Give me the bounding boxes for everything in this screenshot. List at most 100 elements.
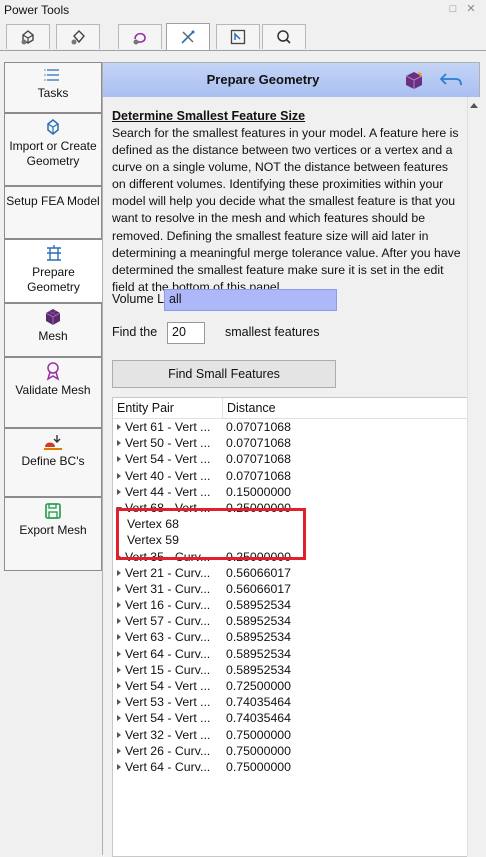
expand-arrow-icon[interactable] <box>117 666 121 673</box>
back-arrow-icon[interactable] <box>438 69 464 91</box>
sidebar-item-validate-mesh[interactable]: Validate Mesh <box>4 357 102 428</box>
fea-tools-icon <box>133 32 146 45</box>
small-features-tree[interactable]: Entity Pair Distance Vert 61 - Vert ... 0… <box>112 397 467 857</box>
expand-arrow-icon[interactable] <box>117 424 121 430</box>
geometry-tools-icon <box>71 30 85 45</box>
expand-arrow-icon[interactable] <box>117 715 121 722</box>
feature-count-input[interactable]: 20 <box>167 322 205 344</box>
distance: 0.56066017 <box>226 581 291 596</box>
table-row[interactable]: Vert 31 - Curv... 0.56066017 <box>113 581 467 597</box>
table-row[interactable]: Vert 16 - Curv... 0.58952534 <box>113 597 467 613</box>
expand-arrow-icon[interactable] <box>117 472 121 479</box>
sidebar-item-label: Export Mesh <box>19 523 87 537</box>
entity-pair: Vert 57 - Curv... <box>125 614 211 629</box>
column-distance[interactable]: Distance <box>227 401 276 415</box>
expand-arrow-icon[interactable] <box>117 731 121 738</box>
column-entity-pair[interactable]: Entity Pair <box>117 401 174 415</box>
table-row[interactable]: Vert 50 - Vert ... 0.07071068 <box>113 435 467 451</box>
entity-pair: Vert 50 - Vert ... <box>125 436 211 451</box>
expand-arrow-icon[interactable] <box>117 440 121 447</box>
tab-layout[interactable] <box>216 24 260 49</box>
sidebar-item-mesh[interactable]: Mesh <box>4 303 102 357</box>
table-row[interactable]: Vert 21 - Curv... 0.56066017 <box>113 565 467 581</box>
distance: 0.07071068 <box>226 436 291 451</box>
distance: 0.58952534 <box>226 598 291 613</box>
distance: 0.07071068 <box>226 452 291 467</box>
restore-icon[interactable]: □ <box>446 2 460 16</box>
sidebar-item-tasks[interactable]: Tasks <box>4 62 102 113</box>
table-row[interactable]: Vert 64 - Curv... 0.75000000 <box>113 759 467 775</box>
expand-arrow-icon[interactable] <box>117 618 121 625</box>
sidebar-item-label: Prepare Geometry <box>27 265 80 294</box>
tab-fea-tools[interactable] <box>118 24 162 49</box>
distance: 0.58952534 <box>226 646 291 661</box>
scroll-up-arrow-icon[interactable] <box>470 103 478 108</box>
expand-arrow-icon[interactable] <box>117 699 121 706</box>
sidebar-item-define-bcs[interactable]: Define BC's <box>4 428 102 497</box>
close-icon[interactable]: ✕ <box>464 2 478 16</box>
tab-search[interactable] <box>262 24 306 49</box>
section-description: Search for the smallest features in your… <box>112 126 461 294</box>
table-row[interactable]: Vert 64 - Curv... 0.58952534 <box>113 646 467 662</box>
column-divider[interactable] <box>222 398 223 418</box>
tab-wizard[interactable] <box>166 23 210 50</box>
expand-arrow-icon[interactable] <box>117 683 121 689</box>
sidebar-item-label: Tasks <box>37 86 69 100</box>
find-the-label: Find the <box>112 325 158 339</box>
expand-arrow-icon[interactable] <box>117 569 121 576</box>
expand-arrow-icon[interactable] <box>117 763 121 770</box>
volume-list-input[interactable]: all <box>164 289 337 311</box>
expand-arrow-icon[interactable] <box>117 650 121 657</box>
distance: 0.74035464 <box>226 711 291 726</box>
sidebar-item-export-mesh[interactable]: Export Mesh <box>4 497 102 571</box>
expand-arrow-icon[interactable] <box>117 747 121 754</box>
sidebar-item-label: Validate Mesh <box>15 383 91 397</box>
entity-pair: Vert 32 - Vert ... <box>125 727 211 742</box>
search-icon <box>277 30 291 44</box>
boundary-conditions-icon <box>44 435 62 450</box>
expand-arrow-icon[interactable] <box>117 602 121 609</box>
table-row[interactable]: Vert 44 - Vert ... 0.15000000 <box>113 484 467 500</box>
expand-arrow-icon[interactable] <box>117 585 121 592</box>
table-row[interactable]: Vert 15 - Curv... 0.58952534 <box>113 662 467 678</box>
table-row[interactable]: Vert 54 - Vert ... 0.72500000 <box>113 678 467 694</box>
expand-arrow-icon[interactable] <box>117 634 121 641</box>
tab-mesh-tools[interactable] <box>6 24 50 49</box>
distance: 0.58952534 <box>226 662 291 677</box>
sidebar-item-label: Setup FEA Model <box>6 194 100 208</box>
distance: 0.72500000 <box>226 679 291 693</box>
distance: 0.07071068 <box>226 420 291 434</box>
table-row[interactable]: Vert 54 - Vert ... 0.07071068 <box>113 451 467 467</box>
panel-scrollbar[interactable] <box>467 97 480 856</box>
sidebar-item-import[interactable]: Import or Create Geometry <box>4 113 102 186</box>
tab-geometry-tools[interactable] <box>56 24 100 49</box>
table-row[interactable]: Vert 32 - Vert ... 0.75000000 <box>113 727 467 743</box>
prepare-geometry-panel: Prepare Geometry Determine Smallest Feat… <box>102 62 480 857</box>
table-row[interactable]: Vert 54 - Vert ... 0.74035464 <box>113 710 467 726</box>
sidebar-item-prepare-geometry[interactable]: Prepare Geometry <box>4 239 102 303</box>
mesh-cube-icon <box>45 309 61 325</box>
layout-icon <box>230 29 246 45</box>
entity-pair: Vert 40 - Vert ... <box>125 468 211 483</box>
entity-pair: Vert 15 - Curv... <box>125 662 211 677</box>
expand-arrow-icon[interactable] <box>117 456 121 463</box>
distance: 0.75000000 <box>226 727 291 742</box>
sidebar-item-setup-fea[interactable]: Setup FEA Model <box>4 186 102 239</box>
table-row[interactable]: Vert 61 - Vert ... 0.07071068 <box>113 419 467 435</box>
entity-pair: Vert 64 - Curv... <box>125 646 211 661</box>
entity-pair: Vert 44 - Vert ... <box>125 484 211 499</box>
table-row[interactable]: Vert 40 - Vert ... 0.07071068 <box>113 468 467 484</box>
table-row[interactable]: Vert 57 - Curv... 0.58952534 <box>113 613 467 629</box>
table-row[interactable]: Vert 63 - Curv... 0.58952534 <box>113 629 467 645</box>
distance: 0.75000000 <box>226 743 291 758</box>
table-row[interactable]: Vert 26 - Curv... 0.75000000 <box>113 743 467 759</box>
window-title: Power Tools <box>4 3 70 17</box>
entity-pair: Vert 16 - Curv... <box>125 598 211 613</box>
distance: 0.75000000 <box>226 759 291 774</box>
table-row[interactable]: Vert 53 - Vert ... 0.74035464 <box>113 694 467 710</box>
find-small-features-button[interactable]: Find Small Features <box>112 360 336 388</box>
expand-arrow-icon[interactable] <box>117 488 121 495</box>
tree-rows: Vert 61 - Vert ... 0.07071068 Vert 50 - V… <box>113 419 467 775</box>
smallest-features-label: smallest features <box>225 325 320 339</box>
import-geometry-icon <box>47 119 59 135</box>
